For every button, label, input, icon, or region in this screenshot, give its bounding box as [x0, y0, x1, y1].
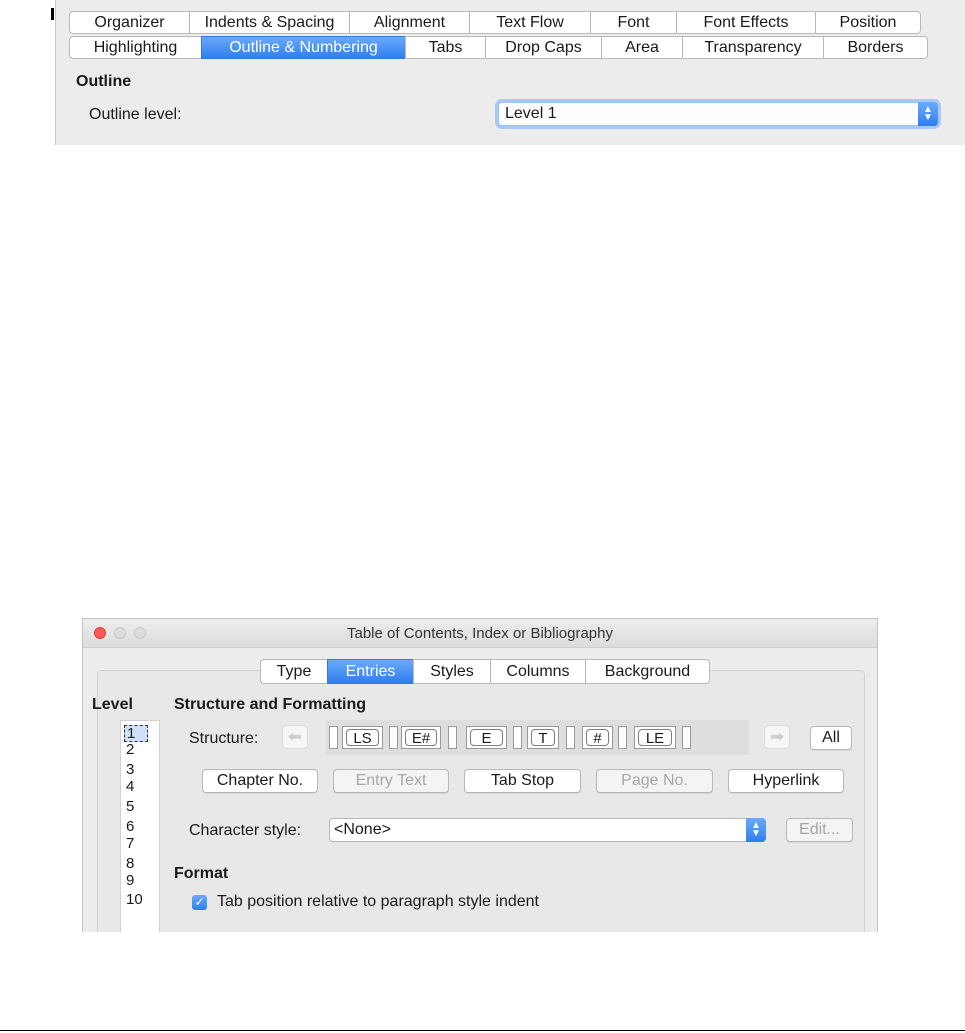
arrow-left-icon[interactable]: ⬅: [282, 725, 308, 749]
level-item-1[interactable]: 1: [124, 725, 149, 742]
level-item-8[interactable]: 8: [126, 856, 134, 871]
format-heading: Format: [174, 865, 229, 882]
chevron-up-down-icon: ▲ ▼: [746, 818, 766, 842]
outline-section-title: Outline: [76, 73, 132, 90]
token-ls[interactable]: LS: [342, 726, 383, 749]
tab-position-label[interactable]: Tab position relative to paragraph style…: [217, 893, 539, 911]
structure-label: Structure:: [189, 730, 259, 747]
all-button[interactable]: All: [810, 726, 852, 750]
token-separator[interactable]: [682, 726, 691, 749]
level-item-10[interactable]: 10: [126, 892, 143, 907]
outline-level-select[interactable]: Level 1 ▲ ▼: [498, 102, 938, 126]
token-separator[interactable]: [566, 726, 575, 749]
tab-row-1: Organizer Indents & Spacing Alignment Te…: [69, 11, 921, 34]
token-separator[interactable]: [513, 726, 522, 749]
tab-entries[interactable]: Entries: [327, 659, 414, 684]
structure-formatting-heading: Structure and Formatting: [174, 696, 367, 713]
tab-indents-spacing[interactable]: Indents & Spacing: [189, 11, 350, 34]
level-item-4[interactable]: 4: [126, 779, 134, 794]
level-list[interactable]: 1 2 3 4 5 6 7 8 9 10: [120, 720, 160, 932]
tab-font[interactable]: Font: [590, 11, 677, 34]
level-heading: Level: [92, 696, 133, 713]
chapter-no-button[interactable]: Chapter No.: [202, 769, 318, 793]
token-entry-number[interactable]: E#: [401, 726, 441, 749]
tab-highlighting[interactable]: Highlighting: [69, 36, 202, 59]
arrow-right-icon[interactable]: ➡: [764, 725, 790, 749]
tab-drop-caps[interactable]: Drop Caps: [485, 36, 602, 59]
level-item-5[interactable]: 5: [126, 799, 134, 814]
level-item-6[interactable]: 6: [126, 819, 134, 834]
tab-position-checkbox[interactable]: ✓: [192, 895, 207, 910]
token-separator[interactable]: [618, 726, 627, 749]
outline-level-label: Outline level:: [89, 106, 182, 123]
level-item-9[interactable]: 9: [126, 873, 134, 888]
tab-background[interactable]: Background: [585, 659, 710, 684]
hyperlink-button[interactable]: Hyperlink: [728, 769, 844, 793]
level-item-7[interactable]: 7: [126, 836, 134, 851]
level-item-3[interactable]: 3: [126, 762, 134, 777]
token-link-end[interactable]: LE: [634, 726, 676, 749]
entry-text-button[interactable]: Entry Text: [333, 769, 449, 793]
tab-outline-numbering[interactable]: Outline & Numbering: [201, 36, 406, 59]
bottom-rule: [0, 1030, 965, 1031]
token-entry[interactable]: E: [466, 726, 507, 749]
tab-row-2: Highlighting Outline & Numbering Tabs Dr…: [69, 36, 928, 59]
edge-mark: [51, 8, 54, 20]
character-style-label: Character style:: [189, 822, 302, 839]
dialog-titlebar: Table of Contents, Index or Bibliography: [83, 619, 877, 648]
token-tab[interactable]: T: [527, 726, 559, 749]
tab-type[interactable]: Type: [260, 659, 328, 684]
tab-stop-button[interactable]: Tab Stop: [464, 769, 581, 793]
tab-borders[interactable]: Borders: [823, 36, 928, 59]
toc-tab-bar: Type Entries Styles Columns Background: [260, 659, 710, 684]
level-item-2[interactable]: 2: [126, 742, 134, 757]
token-separator[interactable]: [448, 726, 457, 749]
toc-dialog: Table of Contents, Index or Bibliography…: [82, 618, 878, 932]
tab-transparency[interactable]: Transparency: [682, 36, 824, 59]
structure-token-bar[interactable]: LS E# E T # LE: [326, 720, 749, 755]
tab-area[interactable]: Area: [601, 36, 683, 59]
chevron-up-down-icon: ▲ ▼: [918, 102, 938, 126]
tab-organizer[interactable]: Organizer: [69, 11, 190, 34]
token-separator[interactable]: [329, 726, 338, 749]
tab-tabs[interactable]: Tabs: [405, 36, 486, 59]
tab-font-effects[interactable]: Font Effects: [676, 11, 816, 34]
checkmark-icon: ✓: [194, 895, 205, 909]
paragraph-style-panel: Organizer Indents & Spacing Alignment Te…: [55, 0, 965, 145]
character-style-value: <None>: [334, 821, 391, 838]
outline-level-value: Level 1: [505, 105, 557, 122]
tab-text-flow[interactable]: Text Flow: [469, 11, 591, 34]
edit-button[interactable]: Edit...: [786, 818, 853, 842]
tab-columns[interactable]: Columns: [490, 659, 586, 684]
tab-alignment[interactable]: Alignment: [349, 11, 470, 34]
tab-position[interactable]: Position: [815, 11, 921, 34]
token-separator[interactable]: [389, 726, 398, 749]
dialog-title: Table of Contents, Index or Bibliography: [347, 625, 613, 642]
token-page-number[interactable]: #: [582, 726, 613, 749]
character-style-select[interactable]: <None> ▲ ▼: [329, 818, 766, 842]
tab-styles[interactable]: Styles: [413, 659, 491, 684]
page-no-button[interactable]: Page No.: [596, 769, 713, 793]
